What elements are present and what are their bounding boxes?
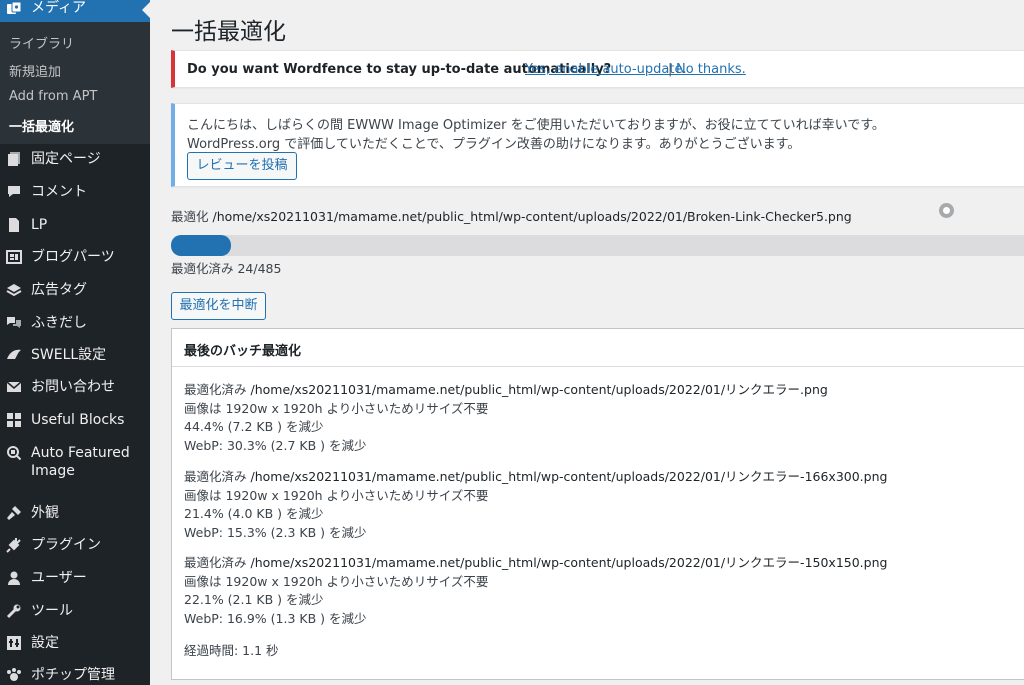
review-notice-line1: こんにちは、しばらくの間 EWWW Image Optimizer をご使用いた…	[187, 118, 885, 133]
sidebar-item-label: Auto Featured	[31, 445, 130, 461]
submenu-item-library[interactable]: ライブラリ	[9, 33, 74, 52]
optimizing-file-path: /home/xs20211031/mamame.net/public_html/…	[212, 209, 852, 224]
submenu-item-add-new[interactable]: 新規追加	[9, 61, 61, 80]
auto-featured-image-icon	[7, 446, 22, 461]
last-batch-header: 最後のバッチ最適化	[172, 329, 1024, 367]
entry-file-path: /home/xs20211031/mamame.net/public_html/…	[250, 469, 888, 484]
sidebar-item-label: 広告タグ	[31, 282, 87, 298]
sidebar-item-media[interactable]: メディア	[0, 0, 150, 22]
entry-file-path: /home/xs20211031/mamame.net/public_html/…	[250, 382, 828, 397]
sidebar-item-comments[interactable]: コメント	[0, 178, 150, 208]
admin-sidebar: メディア ライブラリ 新規追加 Add from APT 一括最適化 固定ページ…	[0, 0, 150, 685]
sidebar-item-label: Useful Blocks	[31, 412, 125, 428]
entry-reduction: 21.4% (4.0 KB ) を減少	[184, 506, 324, 521]
current-menu-arrow	[142, 2, 150, 18]
sidebar-item-label: ポチップ管理	[31, 667, 115, 683]
last-batch-panel: 最後のバッチ最適化 最適化済み /home/xs20211031/mamame.…	[171, 328, 1024, 680]
sidebar-item-users[interactable]: ユーザー	[0, 564, 150, 594]
stop-optimization-button[interactable]: 最適化を中断	[171, 292, 266, 320]
plugins-icon	[6, 538, 21, 553]
sidebar-item-label: メディア	[31, 0, 87, 16]
settings-icon	[7, 636, 21, 650]
entry-prefix: 最適化済み	[184, 555, 247, 570]
wordfence-update-notice: Do you want Wordfence to stay up-to-date…	[171, 50, 1024, 88]
page-title: 一括最適化	[171, 19, 286, 45]
sidebar-item-plugins[interactable]: プラグイン	[0, 531, 150, 561]
entry-prefix: 最適化済み	[184, 382, 247, 397]
ewww-review-notice: こんにちは、しばらくの間 EWWW Image Optimizer をご使用いた…	[171, 103, 1024, 187]
pochipp-icon	[7, 668, 21, 681]
sidebar-item-settings[interactable]: 設定	[0, 629, 150, 659]
sidebar-item-label-line2: Image	[31, 463, 75, 479]
entry-file-line: 最適化済み /home/xs20211031/mamame.net/public…	[184, 466, 887, 485]
blocks-icon	[7, 413, 21, 427]
lp-page-icon	[9, 218, 19, 232]
entry-prefix: 最適化済み	[184, 469, 247, 484]
appearance-icon	[7, 506, 21, 520]
sidebar-item-contact[interactable]: お問い合わせ	[0, 373, 150, 403]
sidebar-item-auto-featured-image[interactable]: Auto Featured Image	[0, 439, 150, 485]
entry-file-line: 最適化済み /home/xs20211031/mamame.net/public…	[184, 552, 887, 571]
users-icon	[8, 571, 20, 585]
entry-webp: WebP: 16.9% (1.3 KB ) を減少	[184, 611, 367, 626]
current-optimizing-status: 最適化 /home/xs20211031/mamame.net/public_h…	[171, 206, 852, 225]
entry-resize-note: 画像は 1920w x 1920h より小さいためリサイズ不要	[184, 574, 489, 589]
blog-parts-icon	[6, 250, 22, 264]
sidebar-item-balloon[interactable]: ふきだし	[0, 309, 150, 339]
entry-file-line: 最適化済み /home/xs20211031/mamame.net/public…	[184, 379, 828, 398]
entry-reduction: 44.4% (7.2 KB ) を減少	[184, 419, 324, 434]
progress-fill	[171, 235, 231, 256]
loading-spinner-icon	[939, 203, 954, 218]
media-icon	[7, 1, 22, 14]
sidebar-item-label: 外観	[31, 505, 59, 521]
ad-tag-icon	[6, 284, 22, 297]
sidebar-item-label: ブログパーツ	[31, 249, 115, 265]
sidebar-item-lp[interactable]: LP	[0, 211, 150, 241]
sidebar-item-label: ツール	[31, 603, 73, 619]
sidebar-item-tools[interactable]: ツール	[0, 597, 150, 627]
sidebar-item-label: プラグイン	[31, 537, 101, 553]
entry-reduction: 22.1% (2.1 KB ) を減少	[184, 592, 324, 607]
sidebar-item-blog-parts[interactable]: ブログパーツ	[0, 243, 150, 273]
optimizing-prefix: 最適化	[171, 209, 209, 224]
sidebar-item-label: コメント	[31, 184, 87, 200]
sidebar-item-label: 設定	[31, 635, 59, 651]
sidebar-item-swell-settings[interactable]: SWELL設定	[0, 341, 150, 371]
tools-icon	[6, 604, 21, 619]
post-review-button[interactable]: レビューを投稿	[187, 152, 297, 180]
sidebar-item-label: SWELL設定	[31, 347, 107, 363]
mail-icon	[6, 381, 22, 392]
link-separator: |	[668, 62, 673, 77]
sidebar-item-pochipp[interactable]: ポチップ管理	[0, 661, 150, 685]
optimization-progress-bar	[171, 235, 1024, 256]
entry-file-path: /home/xs20211031/mamame.net/public_html/…	[250, 555, 888, 570]
sidebar-item-label: お問い合わせ	[31, 379, 115, 395]
sidebar-item-pages[interactable]: 固定ページ	[0, 145, 150, 175]
sidebar-item-appearance[interactable]: 外観	[0, 499, 150, 529]
optimized-count: 最適化済み 24/485	[171, 261, 282, 276]
balloon-icon	[7, 317, 21, 328]
no-thanks-link[interactable]: No thanks.	[676, 62, 746, 77]
entry-resize-note: 画像は 1920w x 1920h より小さいためリサイズ不要	[184, 401, 489, 416]
enable-auto-update-link[interactable]: Yes, enable auto-update.	[525, 62, 687, 77]
main-content: 一括最適化 Do you want Wordfence to stay up-t…	[150, 0, 1024, 685]
sidebar-item-label: ユーザー	[31, 570, 87, 586]
pages-icon	[8, 152, 20, 166]
review-notice-line2: WordPress.org で評価していただくことで、プラグイン改善の助けになり…	[187, 137, 801, 152]
media-submenu: ライブラリ 新規追加 Add from APT 一括最適化	[0, 22, 150, 144]
last-batch-title: 最後のバッチ最適化	[184, 344, 302, 359]
entry-resize-note: 画像は 1920w x 1920h より小さいためリサイズ不要	[184, 488, 489, 503]
elapsed-time: 経過時間: 1.1 秒	[184, 643, 279, 658]
submenu-item-bulk-optimize[interactable]: 一括最適化	[9, 116, 74, 135]
sidebar-item-ad-tag[interactable]: 広告タグ	[0, 276, 150, 306]
sidebar-item-label: 固定ページ	[31, 151, 101, 167]
sidebar-item-label: ふきだし	[31, 315, 87, 331]
submenu-item-add-from-apt[interactable]: Add from APT	[9, 89, 97, 104]
sidebar-item-label: LP	[31, 217, 48, 233]
entry-webp: WebP: 30.3% (2.7 KB ) を減少	[184, 438, 367, 453]
comments-icon	[8, 186, 20, 197]
entry-webp: WebP: 15.3% (2.3 KB ) を減少	[184, 525, 367, 540]
sidebar-item-useful-blocks[interactable]: Useful Blocks	[0, 406, 150, 436]
swell-icon	[7, 349, 21, 359]
